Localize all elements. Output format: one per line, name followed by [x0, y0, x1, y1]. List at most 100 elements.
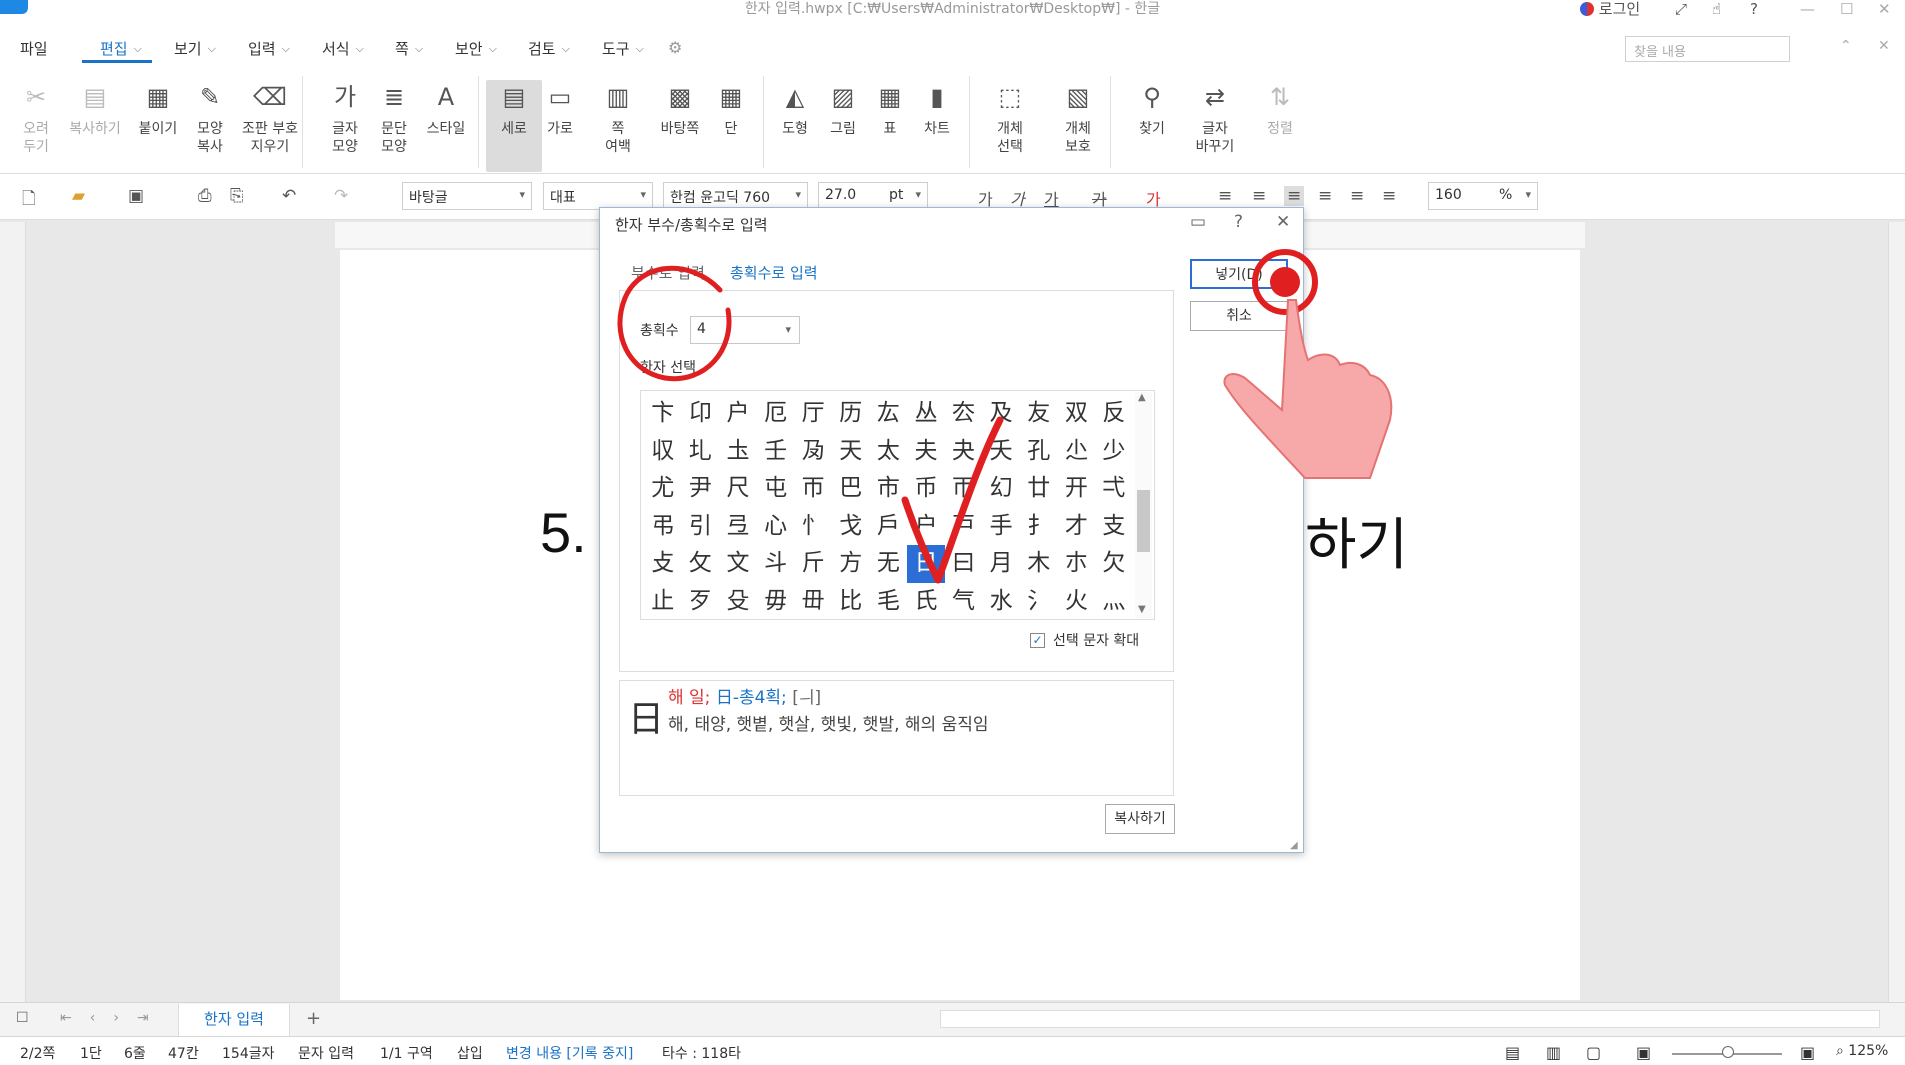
zoom-out-icon[interactable]: ▣ [1636, 1043, 1651, 1062]
ribbon-button-7[interactable]: A 스타일 [418, 80, 474, 138]
stroke-count-select[interactable]: 4 ▾ [690, 316, 800, 344]
close-icon[interactable]: ✕ [1878, 0, 1891, 18]
hanja-cell[interactable]: 尤 [644, 470, 682, 508]
login-button[interactable]: 로그인 [1580, 0, 1640, 18]
hanja-cell[interactable]: 火 [1058, 583, 1096, 621]
hanja-cell[interactable]: 少 [1095, 433, 1133, 471]
copy-button[interactable]: 복사하기 [1105, 804, 1175, 834]
ribbon-button-19[interactable]: ⚲ 찾기 [1124, 80, 1180, 138]
tab-stroke-input[interactable]: 총획수로 입력 [730, 262, 818, 283]
ribbon-button-6[interactable]: ≣ 문단 모양 [366, 80, 422, 156]
hanja-cell[interactable]: 圠 [682, 433, 720, 471]
hanja-cell[interactable]: 巴 [832, 470, 870, 508]
touch-mode-icon[interactable]: ☝ [1712, 0, 1721, 18]
ribbon-button-17[interactable]: ⬚ 개체 선택 [982, 80, 1038, 156]
hanja-cell[interactable]: 月 [982, 545, 1020, 583]
ribbon-button-3[interactable]: ✎ 모양 복사 [182, 80, 238, 156]
hanja-cell[interactable]: 殳 [719, 583, 757, 621]
hanja-cell[interactable]: 木 [1020, 545, 1058, 583]
hanja-cell[interactable]: 厅 [794, 395, 832, 433]
hanja-cell[interactable]: 文 [719, 545, 757, 583]
undo-icon[interactable]: ↶ [282, 186, 296, 206]
hanja-cell[interactable]: 尐 [1058, 433, 1096, 471]
menu-insert[interactable]: 입력 ⌵ [248, 38, 290, 59]
hanja-cell[interactable]: 尺 [719, 470, 757, 508]
zoom-input[interactable]: 160% ▾ [1428, 182, 1538, 210]
menu-file[interactable]: 파일 [20, 38, 48, 59]
hanja-cell[interactable]: 弌 [1095, 470, 1133, 508]
scroll-down-icon[interactable]: ▼ [1138, 604, 1146, 615]
horizontal-scrollbar[interactable] [940, 1010, 1880, 1028]
zoom-slider-thumb[interactable] [1722, 1046, 1734, 1058]
hanja-cell[interactable]: 厷 [870, 395, 908, 433]
tab-nav-icons[interactable]: ⇤‹›⇥ [60, 1010, 167, 1026]
hanja-cell[interactable]: 幻 [982, 470, 1020, 508]
hanja-cell[interactable]: 壬 [757, 433, 795, 471]
ribbon-button-0[interactable]: ✂ 오려 두기 [8, 80, 64, 156]
hanja-cell[interactable]: 戸 [945, 508, 983, 546]
language-select[interactable]: 대표 ▾ [543, 182, 653, 210]
dialog-close-icon[interactable]: ✕ [1276, 212, 1290, 232]
status-page[interactable]: 2/2쪽 [20, 1043, 55, 1063]
hanja-cell[interactable]: 户 [719, 395, 757, 433]
hanja-cell[interactable]: 止 [644, 583, 682, 621]
maximize-icon[interactable]: ☐ [1840, 0, 1853, 18]
align-right-icon[interactable]: ≡ [1318, 186, 1332, 206]
hanja-cell[interactable]: 夫 [907, 433, 945, 471]
ribbon-button-21[interactable]: ⇅ 정렬 [1252, 80, 1308, 138]
distribute-icon[interactable]: ≡ [1350, 186, 1364, 206]
hanja-cell[interactable]: 市 [870, 470, 908, 508]
hanja-cell[interactable]: 夃 [794, 433, 832, 471]
hanja-cell[interactable]: 户 [907, 508, 945, 546]
ribbon-button-18[interactable]: ▧ 개체 보호 [1050, 80, 1106, 156]
menu-page[interactable]: 쪽 ⌵ [395, 38, 423, 59]
hanja-cell[interactable]: 扌 [1020, 508, 1058, 546]
view-normal-icon[interactable]: ▤ [1505, 1043, 1520, 1062]
tab-list-icon[interactable]: ☐ [16, 1010, 29, 1026]
hanja-cell[interactable]: 氏 [907, 583, 945, 621]
minimize-icon[interactable]: — [1800, 0, 1815, 18]
ribbon-button-2[interactable]: ▦ 붙이기 [130, 80, 186, 138]
vertical-scrollbar[interactable] [1888, 222, 1905, 1002]
comment-icon[interactable]: ▭ [1190, 212, 1206, 232]
ribbon-button-1[interactable]: ▤ 복사하기 [67, 80, 123, 138]
menu-tools[interactable]: 도구 ⌵ [602, 38, 644, 59]
hanja-cell[interactable]: 尹 [682, 470, 720, 508]
font-select[interactable]: 한컴 윤고딕 760 ▾ [663, 182, 808, 210]
ribbon-button-4[interactable]: ⌫ 조판 부호 지우기 [242, 80, 298, 156]
hanja-cell[interactable]: 氵 [1020, 583, 1058, 621]
status-track-changes[interactable]: 변경 내용 [기록 중지] [506, 1043, 633, 1063]
scroll-up-icon[interactable]: ▲ [1138, 392, 1146, 403]
hanja-cell[interactable]: 支 [1095, 508, 1133, 546]
menu-view[interactable]: 보기 ⌵ [174, 38, 216, 59]
hanja-cell[interactable]: 历 [832, 395, 870, 433]
enlarge-checkbox-row[interactable]: ✓ 선택 문자 확대 [1030, 630, 1139, 650]
hanja-cell[interactable]: 丛 [907, 395, 945, 433]
hanja-cell[interactable]: 及 [982, 395, 1020, 433]
print-icon[interactable]: ⎙ [198, 186, 212, 206]
status-insert[interactable]: 삽입 [457, 1043, 483, 1063]
hanja-cell[interactable]: 帀 [794, 470, 832, 508]
hanja-cell[interactable]: 収 [644, 433, 682, 471]
style-select[interactable]: 바탕글 ▾ [402, 182, 532, 210]
align-justify-icon[interactable]: ≡ [1218, 186, 1232, 206]
menu-security[interactable]: 보안 ⌵ [455, 38, 497, 59]
new-doc-icon[interactable]: 🗋 [22, 186, 36, 215]
menu-edit[interactable]: 편집 ⌵ [100, 38, 142, 59]
save-icon[interactable]: ▣ [128, 186, 144, 206]
ribbon-button-16[interactable]: ▮ 차트 [909, 80, 965, 138]
print-preview-icon[interactable]: ⎘ [230, 186, 244, 206]
hanja-cell[interactable]: 曰 [945, 545, 983, 583]
ribbon-button-9[interactable]: ▭ 가로 [532, 80, 588, 138]
hanja-cell[interactable]: 廿 [1020, 470, 1058, 508]
hanja-cell[interactable]: 手 [982, 508, 1020, 546]
hanja-cell[interactable]: 帀 [945, 470, 983, 508]
add-tab-button[interactable]: + [306, 1008, 321, 1029]
hanja-cell[interactable]: 币 [907, 470, 945, 508]
zoom-level[interactable]: ⌕ 125% [1836, 1043, 1888, 1059]
ribbon-button-20[interactable]: ⇄ 글자 바꾸기 [1187, 80, 1243, 156]
divide-icon[interactable]: ≡ [1382, 186, 1396, 206]
hanja-cell[interactable]: 厺 [945, 395, 983, 433]
hanja-cell[interactable]: 毛 [870, 583, 908, 621]
hanja-cell[interactable]: 毌 [794, 583, 832, 621]
